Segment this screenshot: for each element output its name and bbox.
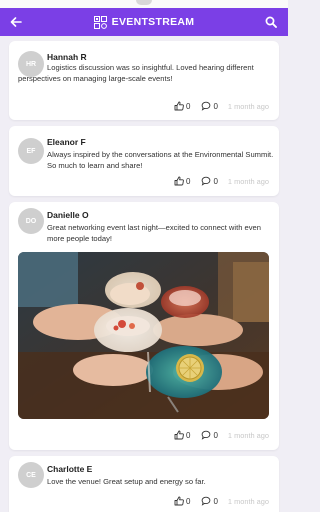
back-button[interactable]: [6, 12, 26, 32]
comment-count: 0: [213, 496, 218, 506]
app-title: EVENTSTREAM: [111, 16, 195, 28]
avatar: CE: [18, 462, 44, 488]
comment-count: 0: [213, 101, 218, 111]
status-strip: [0, 0, 288, 8]
comment-button[interactable]: 0: [201, 430, 218, 440]
brand: EVENTSTREAM: [93, 15, 195, 29]
post-actions: 0 0 1 month ago: [174, 496, 269, 506]
author-name[interactable]: Charlotte E: [47, 464, 92, 474]
thumbs-up-icon: [174, 176, 184, 186]
like-button[interactable]: 0: [174, 101, 190, 111]
timestamp: 1 month ago: [227, 430, 269, 440]
author-name[interactable]: Danielle O: [47, 210, 89, 220]
comment-icon: [202, 176, 211, 186]
post-text: Logistics discussion was so insightful. …: [18, 63, 254, 83]
feed[interactable]: HR Hannah R Logistics discussion was so …: [0, 36, 288, 512]
like-button[interactable]: 0: [174, 430, 190, 440]
author-name[interactable]: Eleanor F: [47, 137, 86, 147]
post-actions: 0 0 1 month ago: [174, 176, 269, 186]
author-name[interactable]: Hannah R: [47, 52, 87, 62]
arrow-left-icon: [10, 17, 22, 27]
post-actions: 0 0 1 month ago: [174, 101, 269, 111]
comment-count: 0: [213, 176, 218, 186]
comment-button[interactable]: 0: [201, 496, 218, 506]
comment-button[interactable]: 0: [201, 101, 218, 111]
cocktail-toast-image: [18, 252, 269, 419]
thumbs-up-icon: [174, 430, 184, 440]
comment-button[interactable]: 0: [201, 176, 218, 186]
post-text: Love the venue! Great setup and energy s…: [47, 477, 206, 486]
avatar: DO: [18, 208, 44, 234]
like-count: 0: [186, 496, 191, 506]
timestamp: 1 month ago: [227, 176, 269, 186]
like-count: 0: [186, 101, 191, 111]
like-count: 0: [186, 430, 191, 440]
search-icon: [265, 16, 277, 28]
post-card: DO Danielle O Great networking event las…: [9, 202, 279, 450]
post-actions: 0 0 1 month ago: [174, 430, 269, 440]
post-card: CE Charlotte E Love the venue! Great set…: [9, 456, 279, 512]
post-text: Great networking event last night—excite…: [47, 223, 262, 243]
search-button[interactable]: [261, 12, 281, 32]
like-button[interactable]: 0: [174, 176, 190, 186]
grid-logo-icon: [93, 15, 107, 29]
post-photo[interactable]: [18, 252, 269, 419]
thumbs-up-icon: [174, 496, 184, 506]
like-count: 0: [186, 176, 191, 186]
comment-icon: [202, 101, 211, 111]
post-card: EF Eleanor F Always inspired by the conv…: [9, 126, 279, 196]
comment-icon: [202, 496, 211, 506]
comment-icon: [202, 430, 211, 440]
app-header: EVENTSTREAM: [0, 8, 288, 36]
thumbs-up-icon: [174, 101, 184, 111]
like-button[interactable]: 0: [174, 496, 190, 506]
post-card: HR Hannah R Logistics discussion was so …: [9, 41, 279, 120]
comment-count: 0: [213, 430, 218, 440]
timestamp: 1 month ago: [227, 496, 269, 506]
post-text: Always inspired by the conversations at …: [47, 150, 274, 170]
timestamp: 1 month ago: [227, 101, 269, 111]
notch: [136, 0, 152, 5]
avatar: EF: [18, 138, 44, 164]
